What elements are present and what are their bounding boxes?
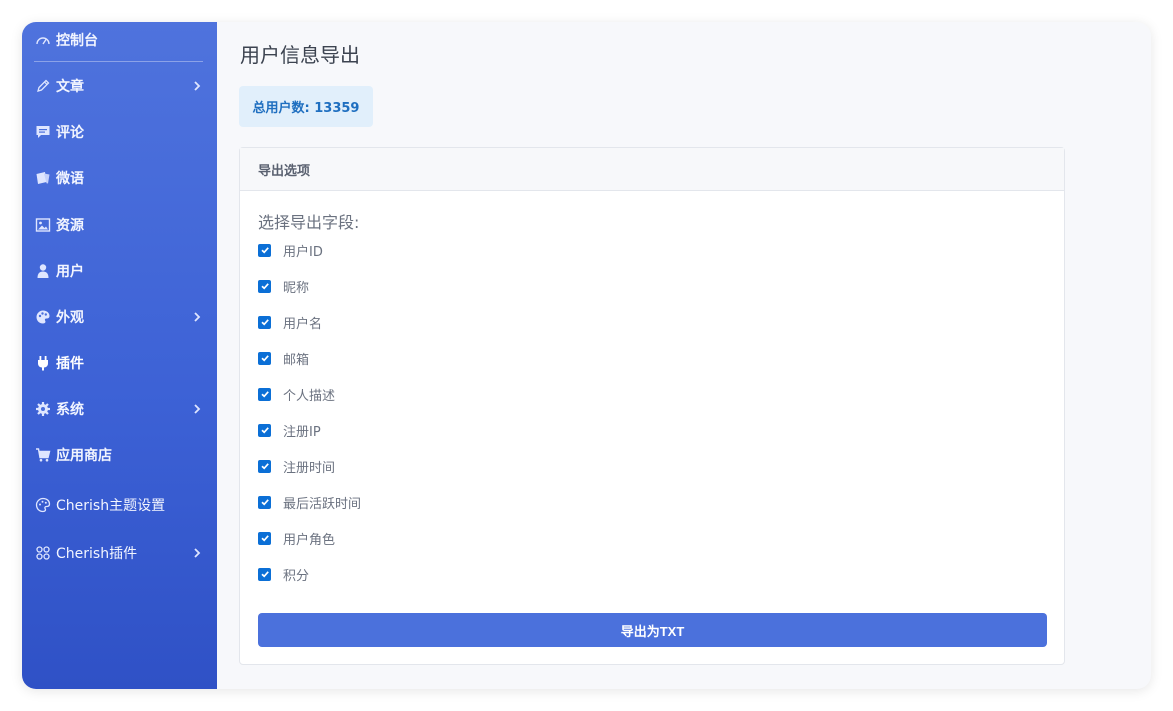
- theme-palette-icon: [34, 497, 51, 514]
- checkbox-user-role[interactable]: 用户角色: [258, 528, 335, 548]
- checkbox-checked-icon[interactable]: [258, 567, 271, 581]
- sidebar-item-cherish-plugins[interactable]: Cherish插件: [22, 535, 217, 571]
- checkbox-label: 注册时间: [283, 460, 336, 476]
- checkbox-last-active-time[interactable]: 最后活跃时间: [258, 492, 361, 512]
- checkbox-label: 昵称: [283, 280, 310, 296]
- export-txt-button[interactable]: 导出为TXT: [258, 613, 1047, 647]
- field-heading: 选择导出字段:: [258, 213, 360, 232]
- checkbox-checked-icon[interactable]: [258, 243, 271, 257]
- checkbox-label: 用户角色: [283, 532, 336, 548]
- checkbox-checked-icon[interactable]: [258, 459, 271, 473]
- chevron-right-icon: [194, 548, 201, 558]
- checkbox-label: 注册IP: [283, 424, 321, 440]
- checkbox-register-ip[interactable]: 注册IP: [258, 420, 321, 440]
- sidebar-item-label: 应用商店: [56, 448, 112, 464]
- checkbox-register-time[interactable]: 注册时间: [258, 456, 335, 476]
- checkbox-checked-icon[interactable]: [258, 315, 271, 329]
- sidebar-item-label: 外观: [56, 310, 84, 326]
- checkbox-email[interactable]: 邮箱: [258, 348, 309, 368]
- checkbox-nickname[interactable]: 昵称: [258, 276, 309, 296]
- sidebar-item-comments[interactable]: 评论: [22, 114, 217, 150]
- checkbox-points[interactable]: 积分: [258, 564, 309, 584]
- checkbox-username[interactable]: 用户名: [258, 312, 322, 332]
- sidebar-divider: [34, 61, 203, 62]
- sidebar-item-resources[interactable]: 资源: [22, 207, 217, 243]
- sidebar-item-system[interactable]: 系统: [22, 391, 217, 427]
- checkbox-checked-icon[interactable]: [258, 387, 271, 401]
- checkbox-checked-icon[interactable]: [258, 423, 271, 437]
- apps-icon: [34, 545, 51, 562]
- user-icon: [34, 263, 51, 280]
- sidebar-item-label: 用户: [56, 264, 84, 280]
- sidebar-item-label: 插件: [56, 356, 84, 372]
- sidebar-item-users[interactable]: 用户: [22, 253, 217, 289]
- sidebar-item-app-store[interactable]: 应用商店: [22, 437, 217, 473]
- chevron-right-icon: [194, 81, 201, 91]
- sidebar-item-label: 评论: [56, 125, 84, 141]
- checkbox-label: 个人描述: [283, 388, 336, 404]
- gear-icon: [34, 401, 51, 418]
- sidebar-item-cherish-theme[interactable]: Cherish主题设置: [22, 487, 217, 523]
- app-window: 控制台 文章 评论 微语 资源 用户 外观 插件 系统 应用商店 Cherish…: [22, 22, 1151, 689]
- sidebar-item-label: Cherish插件: [56, 546, 138, 562]
- checkbox-checked-icon[interactable]: [258, 351, 271, 365]
- checkbox-label: 邮箱: [283, 352, 310, 368]
- pencil-icon: [34, 78, 51, 95]
- checkbox-label: 最后活跃时间: [283, 496, 362, 512]
- export-options-card: 导出选项 选择导出字段: 用户ID 昵称 用户名 邮箱 个人描述 注册IP 注册…: [239, 147, 1065, 665]
- sidebar-item-articles[interactable]: 文章: [22, 68, 217, 104]
- sidebar-item-label: 文章: [56, 79, 84, 95]
- checkbox-label: 积分: [283, 568, 310, 584]
- notes-icon: [34, 170, 51, 187]
- page-title: 用户信息导出: [240, 43, 360, 67]
- total-users-badge: 总用户数: 13359: [239, 86, 373, 127]
- checkbox-label: 用户ID: [283, 244, 323, 260]
- plug-icon: [34, 355, 51, 372]
- dashboard-icon: [34, 32, 51, 49]
- checkbox-checked-icon[interactable]: [258, 495, 271, 509]
- comment-icon: [34, 124, 51, 141]
- sidebar-item-plugins[interactable]: 插件: [22, 345, 217, 381]
- sidebar-item-dashboard[interactable]: 控制台: [22, 22, 217, 58]
- sidebar: 控制台 文章 评论 微语 资源 用户 外观 插件 系统 应用商店 Cherish…: [22, 22, 217, 689]
- palette-icon: [34, 309, 51, 326]
- sidebar-item-label: 微语: [56, 171, 84, 187]
- sidebar-item-notes[interactable]: 微语: [22, 160, 217, 196]
- main-content: 用户信息导出 总用户数: 13359 导出选项 选择导出字段: 用户ID 昵称 …: [217, 22, 1151, 689]
- image-icon: [34, 217, 51, 234]
- checkbox-user-id[interactable]: 用户ID: [258, 240, 323, 260]
- checkbox-checked-icon[interactable]: [258, 531, 271, 545]
- card-header: 导出选项: [240, 148, 1064, 191]
- cart-icon: [34, 447, 51, 464]
- checkbox-checked-icon[interactable]: [258, 279, 271, 293]
- checkbox-description[interactable]: 个人描述: [258, 384, 335, 404]
- chevron-right-icon: [194, 312, 201, 322]
- sidebar-item-label: Cherish主题设置: [56, 498, 166, 514]
- sidebar-item-appearance[interactable]: 外观: [22, 299, 217, 335]
- sidebar-item-label: 系统: [56, 402, 84, 418]
- sidebar-item-label: 资源: [56, 218, 84, 234]
- checkbox-label: 用户名: [283, 316, 323, 332]
- chevron-right-icon: [194, 404, 201, 414]
- sidebar-item-label: 控制台: [56, 33, 98, 49]
